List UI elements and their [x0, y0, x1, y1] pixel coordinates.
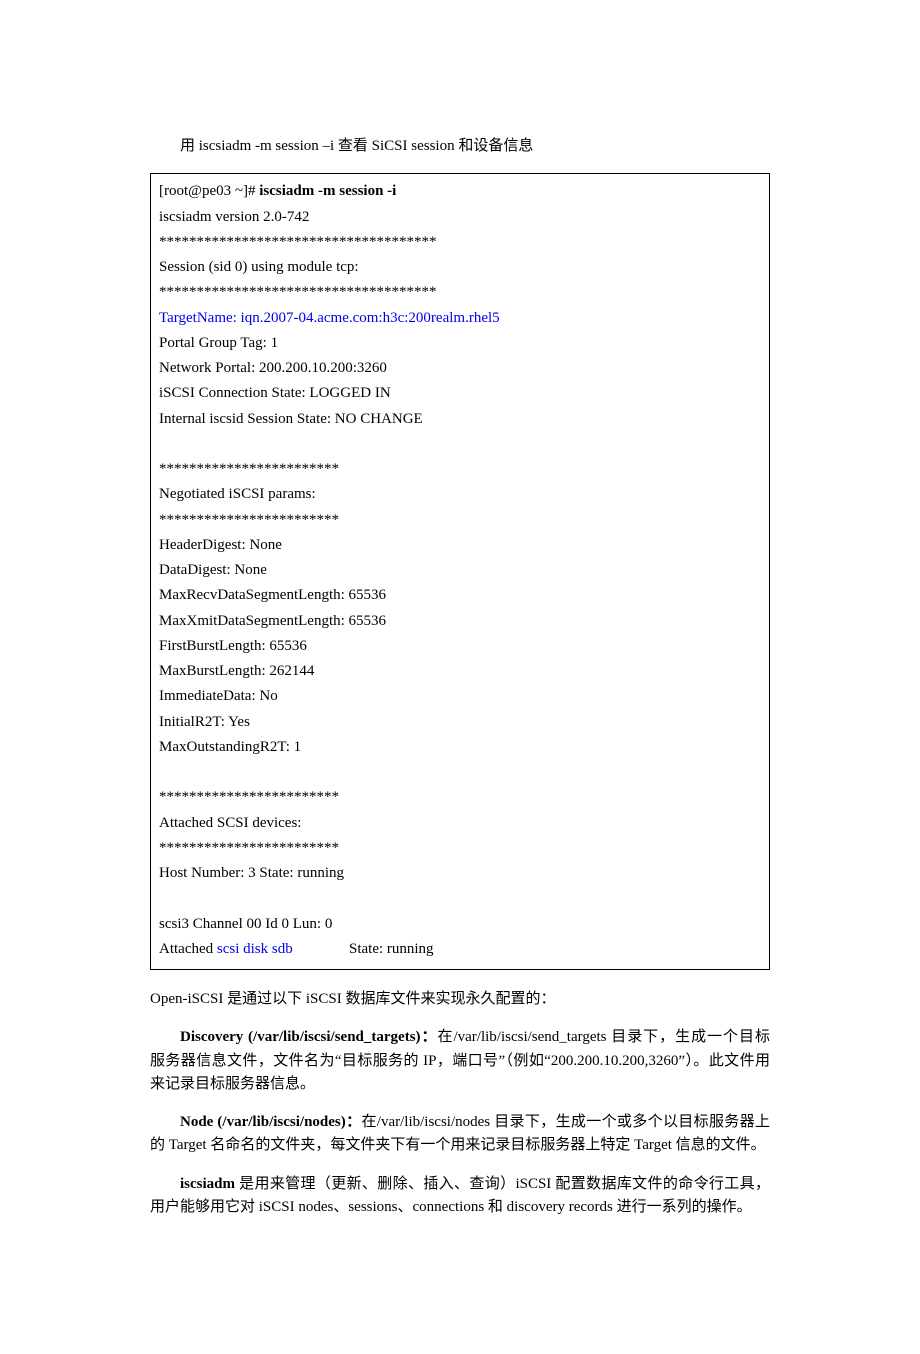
out-line: Portal Group Tag: 1 [159, 332, 761, 355]
body-p1: Open-iSCSI 是通过以下 iSCSI 数据库文件来实现永久配置的： [150, 988, 770, 1011]
discovery-label: Discovery (/var/lib/iscsi/send_targets)： [180, 1029, 437, 1045]
body-p2: Discovery (/var/lib/iscsi/send_targets)：… [150, 1026, 770, 1096]
intro-text: 用 iscsiadm -m session –i 查看 SiCSI sessio… [150, 135, 770, 158]
attached-suffix: State: running [293, 941, 434, 957]
out-sep: ************************ [159, 837, 761, 860]
out-line: HeaderDigest: None [159, 534, 761, 557]
out-line: FirstBurstLength: 65536 [159, 635, 761, 658]
out-line: MaxXmitDataSegmentLength: 65536 [159, 610, 761, 633]
out-line: iSCSI Connection State: LOGGED IN [159, 382, 761, 405]
out-line: DataDigest: None [159, 559, 761, 582]
out-line: Negotiated iSCSI params: [159, 483, 761, 506]
out-sep: ************************ [159, 509, 761, 532]
blank-line [159, 761, 761, 784]
node-label: Node (/var/lib/iscsi/nodes)： [180, 1114, 361, 1130]
command: iscsiadm -m session -i [259, 183, 396, 199]
disk-name: scsi disk sdb [217, 941, 293, 957]
blank-line [159, 433, 761, 456]
attached-prefix: Attached [159, 941, 217, 957]
out-sep: ************************ [159, 458, 761, 481]
out-line: Session (sid 0) using module tcp: [159, 256, 761, 279]
out-line: iscsiadm version 2.0-742 [159, 206, 761, 229]
target-name-line: TargetName: iqn.2007-04.acme.com:h3c:200… [159, 307, 761, 330]
body-p3: Node (/var/lib/iscsi/nodes)：在/var/lib/is… [150, 1111, 770, 1158]
document-page: 用 iscsiadm -m session –i 查看 SiCSI sessio… [0, 0, 920, 1354]
out-sep: ************************************* [159, 231, 761, 254]
prompt: [root@pe03 ~]# [159, 183, 259, 199]
out-line: Attached SCSI devices: [159, 812, 761, 835]
cmd-line: [root@pe03 ~]# iscsiadm -m session -i [159, 180, 761, 203]
attached-disk-line: Attached scsi disk sdb State: running [159, 938, 761, 961]
out-line: Internal iscsid Session State: NO CHANGE [159, 408, 761, 431]
out-sep: ************************ [159, 786, 761, 809]
out-line: Host Number: 3 State: running [159, 862, 761, 885]
out-line: ImmediateData: No [159, 685, 761, 708]
out-line: scsi3 Channel 00 Id 0 Lun: 0 [159, 913, 761, 936]
iscsiadm-text: 是用来管理（更新、删除、插入、查询）iSCSI 配置数据库文件的命令行工具，用户… [150, 1176, 770, 1215]
body-p4: iscsiadm 是用来管理（更新、删除、插入、查询）iSCSI 配置数据库文件… [150, 1173, 770, 1220]
out-line: MaxBurstLength: 262144 [159, 660, 761, 683]
out-line: MaxRecvDataSegmentLength: 65536 [159, 584, 761, 607]
out-line: InitialR2T: Yes [159, 711, 761, 734]
terminal-output-box: [root@pe03 ~]# iscsiadm -m session -i is… [150, 173, 770, 970]
iscsiadm-label: iscsiadm [180, 1176, 239, 1192]
blank-line [159, 887, 761, 910]
out-sep: ************************************* [159, 281, 761, 304]
out-line: MaxOutstandingR2T: 1 [159, 736, 761, 759]
out-line: Network Portal: 200.200.10.200:3260 [159, 357, 761, 380]
